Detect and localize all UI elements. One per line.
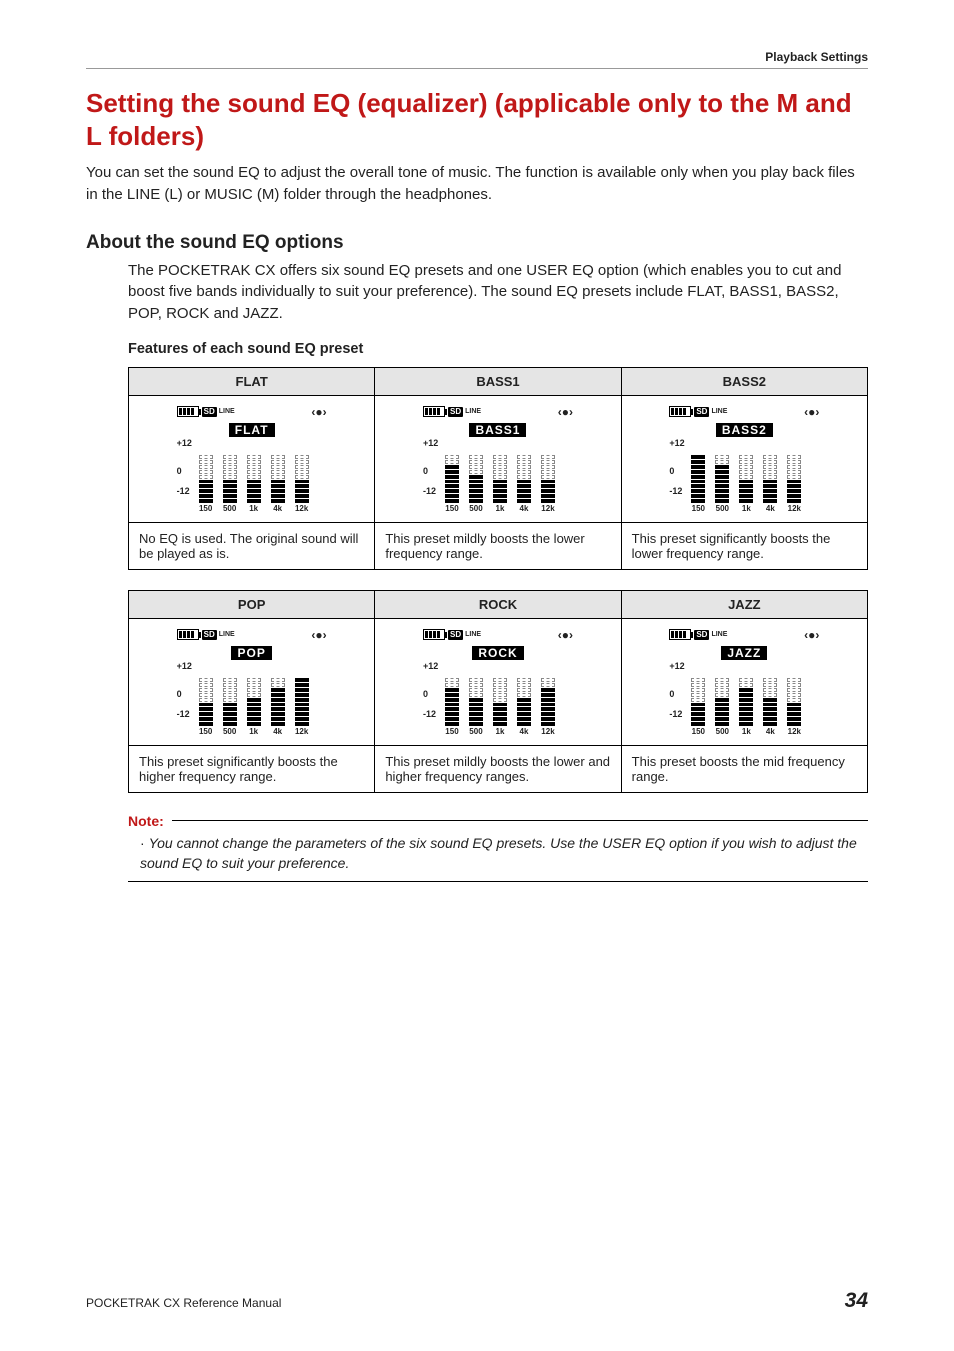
sd-line-indicator: SDLINE bbox=[448, 407, 481, 417]
body-paragraph: The POCKETRAK CX offers six sound EQ pre… bbox=[128, 260, 868, 325]
lcd-display: SDLINE‹●›JAZZ+120-121505001k4k12k bbox=[669, 627, 819, 736]
battery-icon bbox=[669, 629, 691, 640]
eq-bar-chart: +120-12 bbox=[669, 440, 819, 504]
eq-preset-table: FLATBASS1BASS2SDLINE‹●›FLAT+120-12150500… bbox=[128, 367, 868, 570]
sd-line-indicator: SDLINE bbox=[202, 630, 235, 640]
lcd-preset-name: FLAT bbox=[229, 423, 275, 437]
page-footer: POCKETRAK CX Reference Manual 34 bbox=[86, 1289, 868, 1313]
eq-bar-chart: +120-12 bbox=[423, 663, 573, 727]
indented-content: The POCKETRAK CX offers six sound EQ pre… bbox=[86, 260, 868, 883]
preset-description: This preset significantly boosts the low… bbox=[621, 522, 867, 569]
lcd-cell: SDLINE‹●›BASS1+120-121505001k4k12k bbox=[375, 395, 621, 522]
headphone-icon: ‹●› bbox=[804, 405, 819, 419]
lcd-display: SDLINE‹●›BASS2+120-121505001k4k12k bbox=[669, 404, 819, 513]
preset-description: This preset mildly boosts the lower freq… bbox=[375, 522, 621, 569]
lcd-cell: SDLINE‹●›FLAT+120-121505001k4k12k bbox=[129, 395, 375, 522]
intro-paragraph: You can set the sound EQ to adjust the o… bbox=[86, 162, 868, 206]
page-title: Setting the sound EQ (equalizer) (applic… bbox=[86, 87, 868, 152]
note-text: · You cannot change the parameters of th… bbox=[128, 833, 868, 883]
eq-preset-table: POPROCKJAZZSDLINE‹●›POP+120-121505001k4k… bbox=[128, 590, 868, 793]
header-section-label: Playback Settings bbox=[86, 50, 868, 64]
note-label: Note: bbox=[128, 813, 172, 829]
headphone-icon: ‹●› bbox=[804, 628, 819, 642]
lcd-cell: SDLINE‹●›BASS2+120-121505001k4k12k bbox=[621, 395, 867, 522]
headphone-icon: ‹●› bbox=[558, 405, 573, 419]
lcd-cell: SDLINE‹●›JAZZ+120-121505001k4k12k bbox=[621, 618, 867, 745]
preset-description: This preset significantly boosts the hig… bbox=[129, 745, 375, 792]
sd-line-indicator: SDLINE bbox=[694, 630, 727, 640]
lcd-display: SDLINE‹●›FLAT+120-121505001k4k12k bbox=[177, 404, 327, 513]
battery-icon bbox=[423, 406, 445, 417]
lcd-preset-name: BASS2 bbox=[716, 423, 773, 437]
table-header: BASS1 bbox=[375, 367, 621, 395]
preset-description: This preset mildly boosts the lower and … bbox=[375, 745, 621, 792]
battery-icon bbox=[177, 406, 199, 417]
subheading: About the sound EQ options bbox=[86, 232, 868, 254]
lcd-display: SDLINE‹●›BASS1+120-121505001k4k12k bbox=[423, 404, 573, 513]
battery-icon bbox=[423, 629, 445, 640]
sd-line-indicator: SDLINE bbox=[202, 407, 235, 417]
eq-tables-host: FLATBASS1BASS2SDLINE‹●›FLAT+120-12150500… bbox=[128, 367, 868, 793]
features-label: Features of each sound EQ preset bbox=[128, 341, 868, 357]
note-rule-icon bbox=[172, 820, 868, 821]
headphone-icon: ‹●› bbox=[311, 628, 326, 642]
table-header: JAZZ bbox=[621, 590, 867, 618]
lcd-display: SDLINE‹●›ROCK+120-121505001k4k12k bbox=[423, 627, 573, 736]
lcd-preset-name: POP bbox=[231, 646, 271, 660]
headphone-icon: ‹●› bbox=[558, 628, 573, 642]
preset-description: This preset boosts the mid frequency ran… bbox=[621, 745, 867, 792]
lcd-cell: SDLINE‹●›POP+120-121505001k4k12k bbox=[129, 618, 375, 745]
table-header: ROCK bbox=[375, 590, 621, 618]
eq-bar-chart: +120-12 bbox=[177, 440, 327, 504]
lcd-cell: SDLINE‹●›ROCK+120-121505001k4k12k bbox=[375, 618, 621, 745]
sd-line-indicator: SDLINE bbox=[694, 407, 727, 417]
battery-icon bbox=[669, 406, 691, 417]
sd-line-indicator: SDLINE bbox=[448, 630, 481, 640]
footer-left: POCKETRAK CX Reference Manual bbox=[86, 1296, 281, 1310]
note-block: Note: · You cannot change the parameters… bbox=[128, 813, 868, 883]
lcd-preset-name: ROCK bbox=[472, 646, 523, 660]
battery-icon bbox=[177, 629, 199, 640]
table-header: POP bbox=[129, 590, 375, 618]
page-number: 34 bbox=[845, 1289, 868, 1313]
lcd-preset-name: BASS1 bbox=[469, 423, 526, 437]
lcd-display: SDLINE‹●›POP+120-121505001k4k12k bbox=[177, 627, 327, 736]
table-header: BASS2 bbox=[621, 367, 867, 395]
headphone-icon: ‹●› bbox=[311, 405, 326, 419]
eq-bar-chart: +120-12 bbox=[423, 440, 573, 504]
note-text-content: You cannot change the parameters of the … bbox=[140, 835, 857, 871]
eq-bar-chart: +120-12 bbox=[177, 663, 327, 727]
page-header: Playback Settings bbox=[86, 50, 868, 69]
preset-description: No EQ is used. The original sound will b… bbox=[129, 522, 375, 569]
lcd-preset-name: JAZZ bbox=[721, 646, 767, 660]
eq-bar-chart: +120-12 bbox=[669, 663, 819, 727]
table-header: FLAT bbox=[129, 367, 375, 395]
